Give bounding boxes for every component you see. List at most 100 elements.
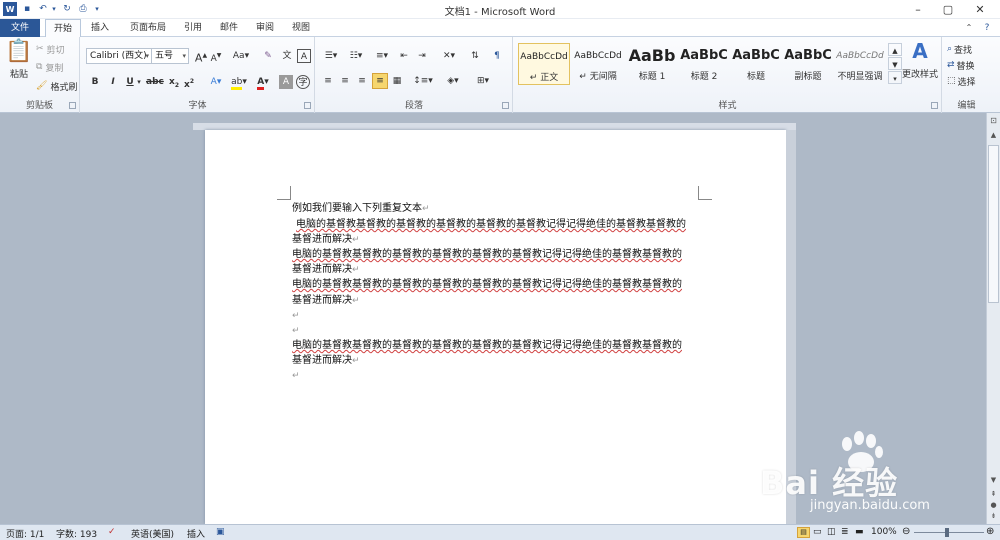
chinese-layout-icon[interactable]: ✕▾ xyxy=(438,49,460,63)
minimize-ribbon-icon[interactable]: ⌃ xyxy=(962,19,976,37)
style-normal[interactable]: AaBbCcDd ↵ 正文 xyxy=(518,43,570,85)
tab-insert[interactable]: 插入 xyxy=(84,19,116,37)
style-heading-1[interactable]: AaBb 标题 1 xyxy=(626,43,678,85)
copy-icon: ⧉ xyxy=(36,62,43,72)
tab-review[interactable]: 审阅 xyxy=(250,19,280,37)
minimize-button[interactable]: – xyxy=(904,0,932,19)
zoom-in-icon[interactable]: ⊕ xyxy=(986,526,994,537)
draft-view-icon[interactable]: ▬ xyxy=(855,527,864,537)
highlight-color-icon[interactable]: ab▾ xyxy=(229,75,249,90)
tab-mailings[interactable]: 邮件 xyxy=(214,19,244,37)
ribbon-tab-bar: 文件 开始 插入 页面布局 引用 邮件 审阅 视图 ⌃ ? xyxy=(0,19,1000,38)
change-styles-button[interactable]: A 更改样式 xyxy=(900,41,940,80)
print-layout-icon[interactable]: ▤ xyxy=(797,527,810,538)
subscript-icon[interactable]: x2 xyxy=(167,75,181,89)
previous-page-icon[interactable]: ⇞ xyxy=(988,490,999,500)
style-no-spacing[interactable]: AaBbCcDd ↵ 无间隔 xyxy=(572,43,624,85)
ribbon: 📋 粘贴 ✂ 剪切 ⧉ 复制 🖌 格式刷 剪贴板 Calibri (西文)▾ xyxy=(0,37,1000,113)
tab-view[interactable]: 视图 xyxy=(286,19,316,37)
format-painter-button[interactable]: 🖌 格式刷 xyxy=(36,80,77,94)
borders-icon[interactable]: ⊞▾ xyxy=(472,74,494,88)
macro-record-icon[interactable]: ▣ xyxy=(216,527,225,537)
proofing-icon[interactable]: ✓ xyxy=(108,527,116,537)
distributed-icon[interactable]: ▦ xyxy=(390,74,404,88)
style-heading-1-name: 标题 1 xyxy=(638,72,666,82)
sort-icon[interactable]: ⇅ xyxy=(468,49,482,63)
scissors-icon: ✂ xyxy=(36,44,44,54)
font-launcher-icon[interactable] xyxy=(304,102,311,109)
ruler-toggle-icon[interactable]: ⊡ xyxy=(988,116,999,127)
strikethrough-icon[interactable]: abc xyxy=(146,75,164,89)
close-button[interactable]: ✕ xyxy=(966,0,994,19)
line-spacing-icon[interactable]: ↕≡▾ xyxy=(412,74,434,88)
status-page[interactable]: 页面: 1/1 xyxy=(6,527,44,540)
shrink-font-icon[interactable]: A▼ xyxy=(209,49,223,64)
help-icon[interactable]: ? xyxy=(980,19,994,37)
scroll-down-icon[interactable]: ▼ xyxy=(988,476,999,486)
vertical-scrollbar[interactable]: ⊡ ▲ ▼ ⇞ ● ⇟ xyxy=(986,113,1000,524)
select-button[interactable]: ⬚ 选择 xyxy=(947,75,976,89)
find-button[interactable]: ⌕ 查找 xyxy=(947,43,972,57)
web-layout-icon[interactable]: ◫ xyxy=(827,527,836,537)
zoom-out-icon[interactable]: ⊖ xyxy=(902,526,910,537)
tab-home[interactable]: 开始 xyxy=(45,19,81,38)
browse-object-icon[interactable]: ● xyxy=(988,501,999,511)
underline-dropdown-icon[interactable]: ▾ xyxy=(135,75,143,89)
increase-indent-icon[interactable]: ⇥ xyxy=(415,49,429,63)
scrollbar-thumb[interactable] xyxy=(988,145,999,303)
bullets-icon[interactable]: ☰▾ xyxy=(320,49,342,63)
zoom-slider-track[interactable] xyxy=(914,532,984,533)
tab-file[interactable]: 文件 xyxy=(0,19,40,37)
phonetic-guide-icon[interactable]: 文 xyxy=(280,49,294,63)
status-language[interactable]: 英语(美国) xyxy=(131,527,174,540)
bold-icon[interactable]: B xyxy=(88,75,102,89)
font-name-combo[interactable]: Calibri (西文) ▾ xyxy=(86,48,152,64)
decrease-indent-icon[interactable]: ⇤ xyxy=(397,49,411,63)
font-color-icon[interactable]: A▾ xyxy=(253,75,273,90)
change-case-icon[interactable]: Aa▾ xyxy=(231,49,251,63)
numbering-icon[interactable]: ☷▾ xyxy=(345,49,367,63)
change-styles-label: 更改样式 xyxy=(901,70,938,80)
align-center-icon[interactable]: ≡ xyxy=(338,74,352,88)
character-shading-icon[interactable]: A xyxy=(279,75,293,89)
font-size-arrow-icon: ▾ xyxy=(182,52,186,60)
clear-formatting-icon[interactable]: ✎ xyxy=(261,49,275,63)
align-left-icon[interactable]: ≡ xyxy=(321,74,335,88)
style-subtitle[interactable]: AaBbC 副标题 xyxy=(782,43,834,85)
styles-launcher-icon[interactable] xyxy=(931,102,938,109)
doc-line-text: 基督进而解决 xyxy=(292,264,352,275)
font-size-combo[interactable]: 五号 ▾ xyxy=(151,48,189,64)
justify-icon[interactable]: ≡ xyxy=(372,73,388,89)
full-screen-reading-icon[interactable]: ▭ xyxy=(813,527,822,537)
zoom-level[interactable]: 100% xyxy=(871,527,897,537)
tab-references[interactable]: 引用 xyxy=(178,19,208,37)
style-subtle-emphasis[interactable]: AaBbCcDd 不明显强调 xyxy=(834,43,886,85)
tab-page-layout[interactable]: 页面布局 xyxy=(124,19,172,37)
shading-icon[interactable]: ◈▾ xyxy=(442,74,464,88)
style-no-spacing-preview: AaBbCcDd xyxy=(574,51,622,61)
paragraph-launcher-icon[interactable] xyxy=(502,102,509,109)
clipboard-launcher-icon[interactable] xyxy=(69,102,76,109)
multilevel-list-icon[interactable]: ≡▾ xyxy=(371,49,393,63)
copy-button[interactable]: ⧉ 复制 xyxy=(36,61,63,75)
character-border-icon[interactable]: A xyxy=(297,49,311,63)
grow-font-icon[interactable]: A▲ xyxy=(194,49,208,65)
paste-button[interactable]: 📋 粘贴 xyxy=(5,41,32,91)
replace-button[interactable]: ⇄ 替换 xyxy=(947,59,975,73)
align-right-icon[interactable]: ≡ xyxy=(355,74,369,88)
outline-view-icon[interactable]: ≣ xyxy=(841,527,849,537)
enclose-characters-icon[interactable]: 字 xyxy=(296,75,310,89)
style-title[interactable]: AaBbC 标题 xyxy=(730,43,782,85)
show-marks-icon[interactable]: ¶ xyxy=(490,49,504,63)
status-words[interactable]: 字数: 193 xyxy=(56,527,97,540)
italic-icon[interactable]: I xyxy=(106,75,120,89)
cut-button[interactable]: ✂ 剪切 xyxy=(36,43,65,57)
status-insert-mode[interactable]: 插入 xyxy=(187,527,205,540)
superscript-icon[interactable]: x2 xyxy=(182,75,196,90)
text-effects-icon[interactable]: A▾ xyxy=(206,75,226,89)
zoom-slider-thumb[interactable] xyxy=(945,528,949,537)
style-heading-2[interactable]: AaBbC 标题 2 xyxy=(678,43,730,85)
next-page-icon[interactable]: ⇟ xyxy=(988,512,999,522)
restore-button[interactable]: ▢ xyxy=(934,0,962,19)
scroll-up-icon[interactable]: ▲ xyxy=(988,131,999,141)
